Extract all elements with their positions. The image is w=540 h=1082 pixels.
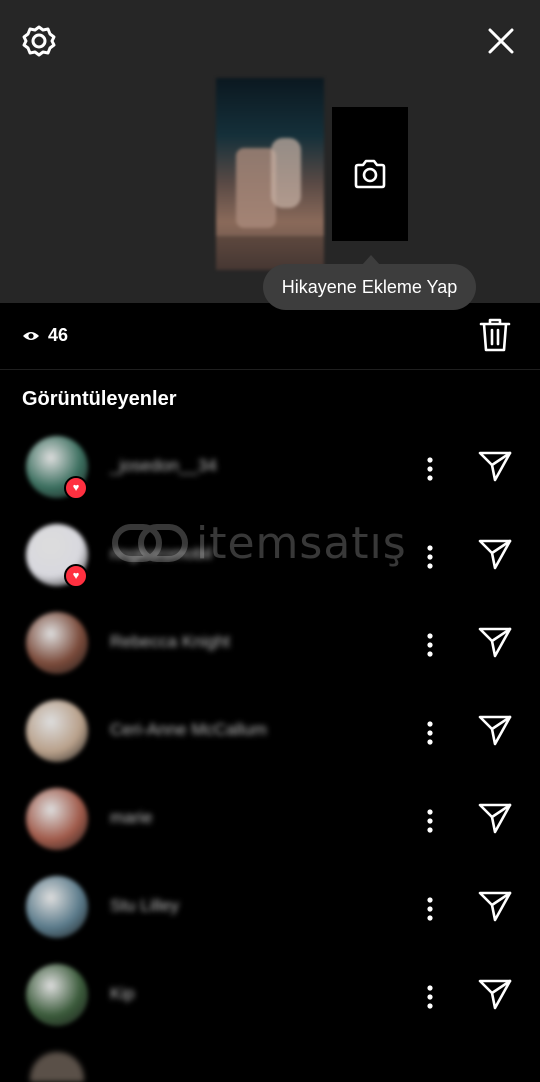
more-vertical-icon	[427, 809, 433, 833]
viewer-username[interactable]: Stu Lilley	[110, 896, 179, 916]
paper-plane-icon	[478, 539, 512, 570]
story-thumbnail[interactable]	[216, 78, 324, 270]
viewers-heading: Görüntüleyenler	[22, 388, 177, 410]
send-message-button[interactable]	[478, 802, 514, 836]
send-message-button[interactable]	[478, 538, 514, 572]
more-vertical-icon	[427, 545, 433, 569]
delete-story-button[interactable]	[478, 317, 514, 355]
avatar[interactable]	[26, 964, 88, 1026]
paper-plane-icon	[478, 979, 512, 1010]
viewer-username[interactable]: Ceri-Anne McCallum	[110, 720, 267, 740]
more-options-button[interactable]	[418, 894, 442, 924]
send-message-button[interactable]	[478, 890, 514, 924]
more-options-button[interactable]	[418, 982, 442, 1012]
avatar[interactable]	[26, 612, 88, 674]
viewer-row[interactable]: Kip	[0, 952, 540, 1040]
paper-plane-icon	[478, 451, 512, 482]
add-to-story-button[interactable]	[332, 107, 408, 241]
more-options-button[interactable]	[418, 718, 442, 748]
story-preview-panel	[0, 0, 540, 303]
viewer-username[interactable]: ringkoromobil	[110, 544, 212, 564]
viewer-row[interactable]: marie	[0, 776, 540, 864]
viewer-row[interactable]: Stu Lilley	[0, 864, 540, 952]
more-options-button[interactable]	[418, 630, 442, 660]
send-message-button[interactable]	[478, 714, 514, 748]
more-vertical-icon	[427, 897, 433, 921]
thumbnail-shape	[271, 138, 301, 208]
send-message-button[interactable]	[478, 626, 514, 660]
heart-icon: ♥	[64, 564, 88, 588]
close-icon	[488, 28, 514, 54]
eye-icon	[23, 331, 39, 340]
viewer-row[interactable]: ♥ ringkoromobil	[0, 512, 540, 600]
close-button[interactable]	[482, 22, 520, 60]
viewer-row[interactable]: ♥ _josedon__34	[0, 424, 540, 512]
trash-icon	[479, 318, 511, 352]
camera-icon	[354, 159, 386, 189]
settings-button[interactable]	[20, 22, 58, 60]
story-stats-bar: 46	[0, 303, 540, 370]
more-options-button[interactable]	[418, 542, 442, 572]
more-options-button[interactable]	[418, 806, 442, 836]
avatar[interactable]	[26, 788, 88, 850]
viewer-username[interactable]: Kip	[110, 984, 135, 1004]
more-vertical-icon	[427, 721, 433, 745]
gear-icon	[22, 25, 56, 57]
viewer-row[interactable]: Ceri-Anne McCallum	[0, 688, 540, 776]
paper-plane-icon	[478, 803, 512, 834]
tooltip-label: Hikayene Ekleme Yap	[281, 276, 458, 297]
thumbnail-shape	[236, 148, 276, 228]
send-message-button[interactable]	[478, 978, 514, 1012]
avatar[interactable]	[30, 1052, 84, 1082]
viewer-username[interactable]: _josedon__34	[110, 456, 217, 476]
send-message-button[interactable]	[478, 450, 514, 484]
more-options-button[interactable]	[418, 454, 442, 484]
more-vertical-icon	[427, 985, 433, 1009]
avatar[interactable]	[26, 876, 88, 938]
paper-plane-icon	[478, 891, 512, 922]
view-count[interactable]: 46	[22, 325, 68, 346]
viewer-row[interactable]: Rebecca Knight	[0, 600, 540, 688]
viewer-username[interactable]: Rebecca Knight	[110, 632, 230, 652]
more-vertical-icon	[427, 457, 433, 481]
more-vertical-icon	[427, 633, 433, 657]
viewer-username[interactable]: marie	[110, 808, 153, 828]
view-count-label: 46	[48, 325, 69, 345]
avatar[interactable]	[26, 700, 88, 762]
paper-plane-icon	[478, 715, 512, 746]
paper-plane-icon	[478, 627, 512, 658]
heart-icon: ♥	[64, 476, 88, 500]
